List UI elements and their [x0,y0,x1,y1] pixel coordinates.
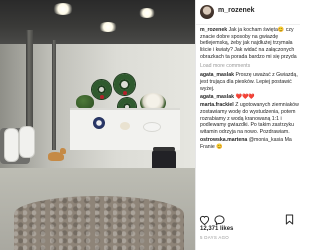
ceiling-light [52,3,74,15]
likes-count[interactable]: 12,371 likes [200,226,233,232]
ceiling-light [138,8,156,18]
comments-panel: m_rozenek m_rozenek Jak ja kocham święta… [195,0,300,250]
christmas-wreath [92,80,111,99]
load-more-comments-link[interactable]: Load more comments [200,63,299,70]
comment-username[interactable]: agata_maslak [200,72,234,78]
comment-item: ostrowska.martena @monia_kasia Ma Franie… [200,137,299,150]
comment-item: agata_maslak ❤️❤️❤️ [200,94,299,101]
comment-item: agata_maslak Proszę uważać z Gwiazdą, je… [200,72,299,92]
dog-head [60,148,66,154]
comment-username[interactable]: ostrowska.martena [200,137,247,143]
caption: m_rozenek Jak ja kocham święta😊 czy znac… [200,27,299,61]
comment-text: ❤️❤️❤️ [235,93,255,100]
post-username[interactable]: m_rozenek [218,7,255,14]
decorative-bowl [143,122,161,132]
post-photo[interactable] [0,0,195,250]
christmas-wreath [114,74,135,95]
instagram-post-view: m_rozenek m_rozenek Jak ja kocham święta… [0,0,300,250]
dark-pillar [52,40,56,150]
ceiling-light [98,22,118,32]
avatar[interactable] [200,5,214,19]
comment-username[interactable]: marta.frackiel [200,102,234,108]
dining-chair [19,126,35,158]
bookmark-icon[interactable] [285,212,294,230]
dining-chair [4,128,19,162]
post-actions [199,212,299,226]
comments-list: m_rozenek Jak ja kocham święta😊 czy znac… [200,27,299,152]
post-header: m_rozenek [196,0,300,25]
comment-username[interactable]: agata_maslak [200,94,234,100]
decorative-vase [93,117,105,129]
potted-plant [76,95,94,109]
post-date: 5 DAYS AGO [200,235,230,240]
comment-item: marta.frackiel Z ugotowanych ziemniaków … [200,102,299,136]
decorative-vase [120,122,130,130]
shaggy-rug [14,196,184,250]
caption-username[interactable]: m_rozenek [200,27,227,33]
